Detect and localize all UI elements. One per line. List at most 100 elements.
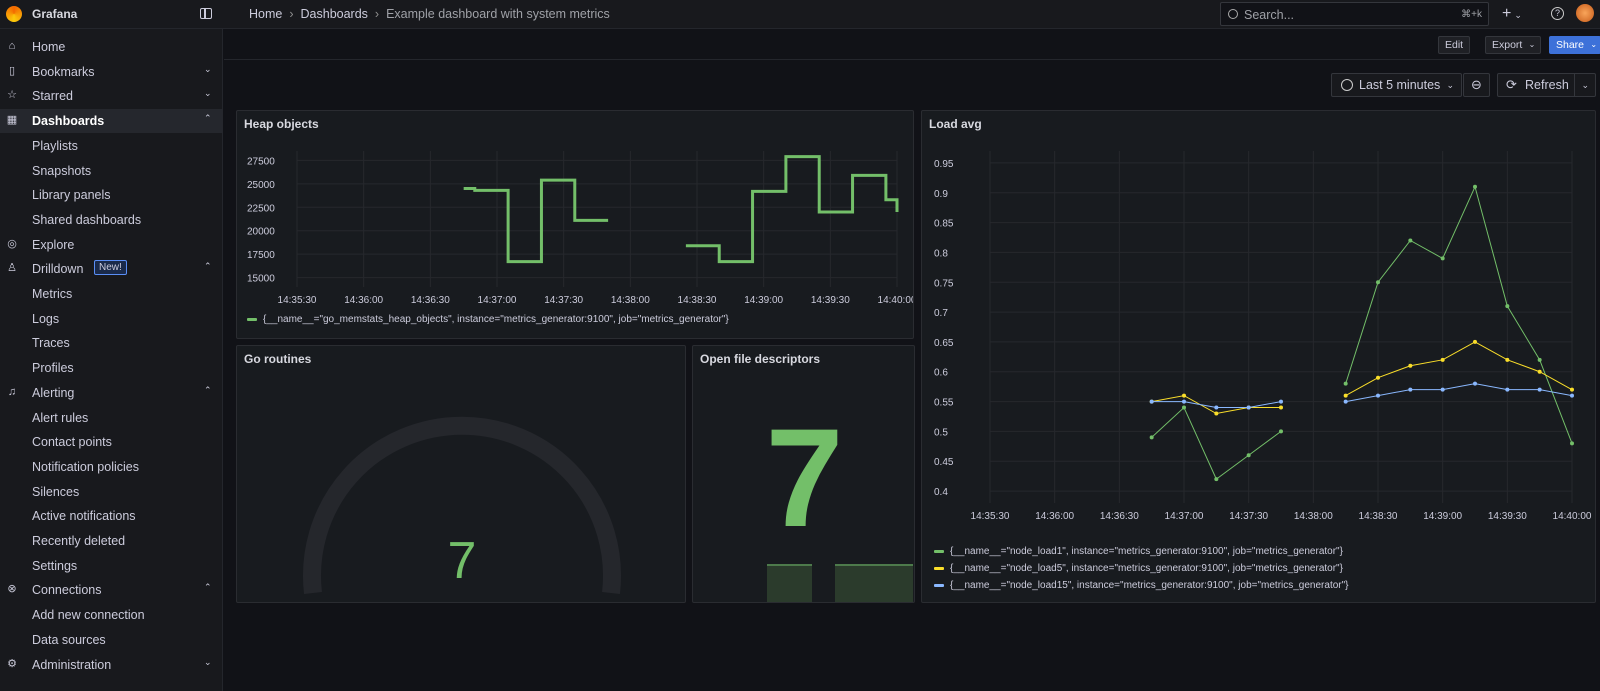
data-point [1376, 280, 1380, 285]
refresh-button[interactable]: ⟳ Refresh ⌄ [1497, 73, 1596, 97]
sidebar: ⌂ Home ▯ Bookmarks ⌄ ☆ Starred ⌄ ▦ Dashboards ⌃ Pla… [0, 29, 223, 691]
time-range-picker[interactable]: Last 5 minutes ⌄ [1331, 73, 1462, 97]
sidebar-item-add-new-connection[interactable]: Add new connection [0, 603, 223, 627]
sidebar-item-label: Playlists [32, 138, 78, 153]
legend-swatch [247, 317, 257, 321]
x-tick-label: 14:39:00 [744, 295, 783, 306]
legend-swatch [934, 566, 944, 570]
sidebar-item-profiles[interactable]: Profiles [0, 356, 223, 380]
x-tick-label: 14:35:30 [971, 511, 1010, 522]
new-badge: New! [94, 260, 127, 276]
dock-menu-icon[interactable] [200, 8, 212, 19]
gear-icon: ⚙ [7, 657, 17, 670]
search-input[interactable]: Search... ⌘+k [1220, 2, 1489, 26]
sidebar-item-label: Contact points [32, 435, 112, 450]
y-tick-label: 0.4 [934, 487, 948, 498]
y-tick-label: 0.85 [934, 219, 954, 230]
data-point [1537, 369, 1542, 374]
chevron-down-icon[interactable]: ⌄ [204, 88, 212, 99]
sidebar-item-active-notifications[interactable]: Active notifications [0, 504, 223, 528]
home-icon: ⌂ [8, 40, 16, 52]
legend-label: {__name__="go_memstats_heap_objects", in… [263, 314, 729, 325]
chevron-up-icon[interactable]: ⌃ [204, 261, 212, 272]
legend-item[interactable]: {__name__="node_load5", instance="metric… [934, 563, 1343, 574]
panel-heap-objects[interactable]: Heap objects 15000 17500 20000 22500 25000 27… [236, 110, 914, 339]
data-point [1279, 429, 1283, 434]
heap-objects-chart: 15000 17500 20000 22500 25000 27500 14:35:30 14… [247, 151, 913, 306]
sidebar-item-data-sources[interactable]: Data sources [0, 628, 223, 652]
legend-item[interactable]: {__name__="go_memstats_heap_objects", in… [247, 314, 729, 325]
zoom-out-button[interactable]: ⊖ [1463, 73, 1490, 97]
sidebar-item-explore[interactable]: ◎ Explore [0, 233, 223, 257]
sidebar-item-logs[interactable]: Logs [0, 307, 223, 331]
x-tick-label: 14:37:30 [1229, 511, 1268, 522]
legend-item[interactable]: {__name__="node_load1", instance="metric… [934, 546, 1343, 557]
sidebar-item-administration[interactable]: ⚙ Administration ⌄ [0, 653, 223, 677]
legend-swatch [934, 549, 944, 553]
chevron-up-icon[interactable]: ⌃ [204, 582, 212, 593]
data-point [1279, 405, 1283, 410]
sidebar-item-label: Silences [32, 484, 80, 499]
add-new-icon[interactable]: + ⌄ [1502, 5, 1522, 23]
data-point [1505, 387, 1510, 392]
time-range-label: Last 5 minutes [1359, 78, 1441, 92]
panel-open-file-descriptors[interactable]: Open file descriptors 7 [692, 345, 915, 603]
help-icon[interactable]: ? [1551, 7, 1564, 20]
sidebar-item-alerting[interactable]: ♫ Alerting ⌃ [0, 381, 223, 405]
data-point [1537, 357, 1542, 362]
sidebar-item-contact-points[interactable]: Contact points [0, 430, 223, 454]
sidebar-item-dashboards[interactable]: ▦ Dashboards ⌃ [0, 109, 223, 134]
chevron-down-icon[interactable]: ⌄ [1574, 74, 1589, 96]
chevron-up-icon[interactable]: ⌃ [204, 385, 212, 396]
x-tick-label: 14:37:00 [478, 295, 517, 306]
sidebar-item-recently-deleted[interactable]: Recently deleted [0, 529, 223, 553]
sidebar-item-starred[interactable]: ☆ Starred ⌄ [0, 84, 223, 108]
series-line [1345, 185, 1573, 444]
sidebar-item-snapshots[interactable]: Snapshots [0, 159, 223, 183]
sidebar-item-playlists[interactable]: Playlists [0, 134, 223, 158]
connections-icon: ⊗ [7, 583, 17, 596]
sidebar-item-label: Notification policies [32, 459, 139, 474]
export-button[interactable]: Export ⌄ [1485, 36, 1542, 54]
panel-load-avg[interactable]: Load avg 0.4 0.45 0.5 0.55 0.6 0.65 0.7 0.75 0.8… [921, 110, 1596, 603]
data-point [1182, 399, 1186, 404]
breadcrumb-home[interactable]: Home [249, 7, 282, 21]
user-avatar[interactable] [1576, 4, 1594, 22]
data-point [1376, 393, 1380, 398]
sidebar-item-traces[interactable]: Traces [0, 331, 223, 355]
sidebar-item-home[interactable]: ⌂ Home [0, 35, 223, 59]
sidebar-item-silences[interactable]: Silences [0, 480, 223, 504]
bookmark-icon: ▯ [8, 64, 16, 77]
sidebar-item-alert-rules[interactable]: Alert rules [0, 406, 223, 430]
sidebar-item-connections[interactable]: ⊗ Connections ⌃ [0, 578, 223, 602]
sidebar-item-label: Settings [32, 558, 78, 573]
series-line [1151, 406, 1282, 480]
breadcrumb-current: Example dashboard with system metrics [386, 7, 610, 21]
sidebar-item-settings[interactable]: Settings [0, 554, 223, 578]
share-button[interactable]: Share ⌄ [1549, 36, 1600, 54]
x-tick-label: 14:36:00 [344, 295, 383, 306]
chevron-down-icon[interactable]: ⌄ [204, 64, 212, 75]
stat-value: 7 [765, 399, 844, 556]
refresh-label: Refresh [1525, 78, 1569, 92]
chevron-up-icon[interactable]: ⌃ [204, 113, 212, 124]
sidebar-item-library-panels[interactable]: Library panels [0, 183, 223, 207]
sidebar-item-bookmarks[interactable]: ▯ Bookmarks ⌄ [0, 60, 223, 84]
legend-label: {__name__="node_load15", instance="metri… [950, 580, 1349, 591]
legend-item[interactable]: {__name__="node_load15", instance="metri… [934, 580, 1349, 591]
sidebar-item-drilldown[interactable]: ♙ Drilldown New! ⌃ [0, 257, 223, 281]
sidebar-item-label: Connections [32, 583, 102, 598]
x-tick-label: 14:36:00 [1035, 511, 1074, 522]
chevron-down-icon[interactable]: ⌄ [204, 657, 212, 668]
y-tick-label: 0.75 [934, 278, 954, 289]
breadcrumb-dashboards[interactable]: Dashboards [301, 7, 368, 21]
sidebar-item-metrics[interactable]: Metrics [0, 282, 223, 306]
panel-go-routines[interactable]: Go routines 7 [236, 345, 686, 603]
y-tick-label: 15000 [247, 274, 275, 285]
sidebar-item-notification-policies[interactable]: Notification policies [0, 455, 223, 479]
edit-button[interactable]: Edit [1438, 36, 1471, 54]
grafana-logo-icon[interactable] [6, 6, 22, 22]
data-point [1473, 339, 1477, 344]
sidebar-item-shared-dashboards[interactable]: Shared dashboards [0, 208, 223, 232]
sidebar-item-label: Shared dashboards [32, 212, 142, 227]
